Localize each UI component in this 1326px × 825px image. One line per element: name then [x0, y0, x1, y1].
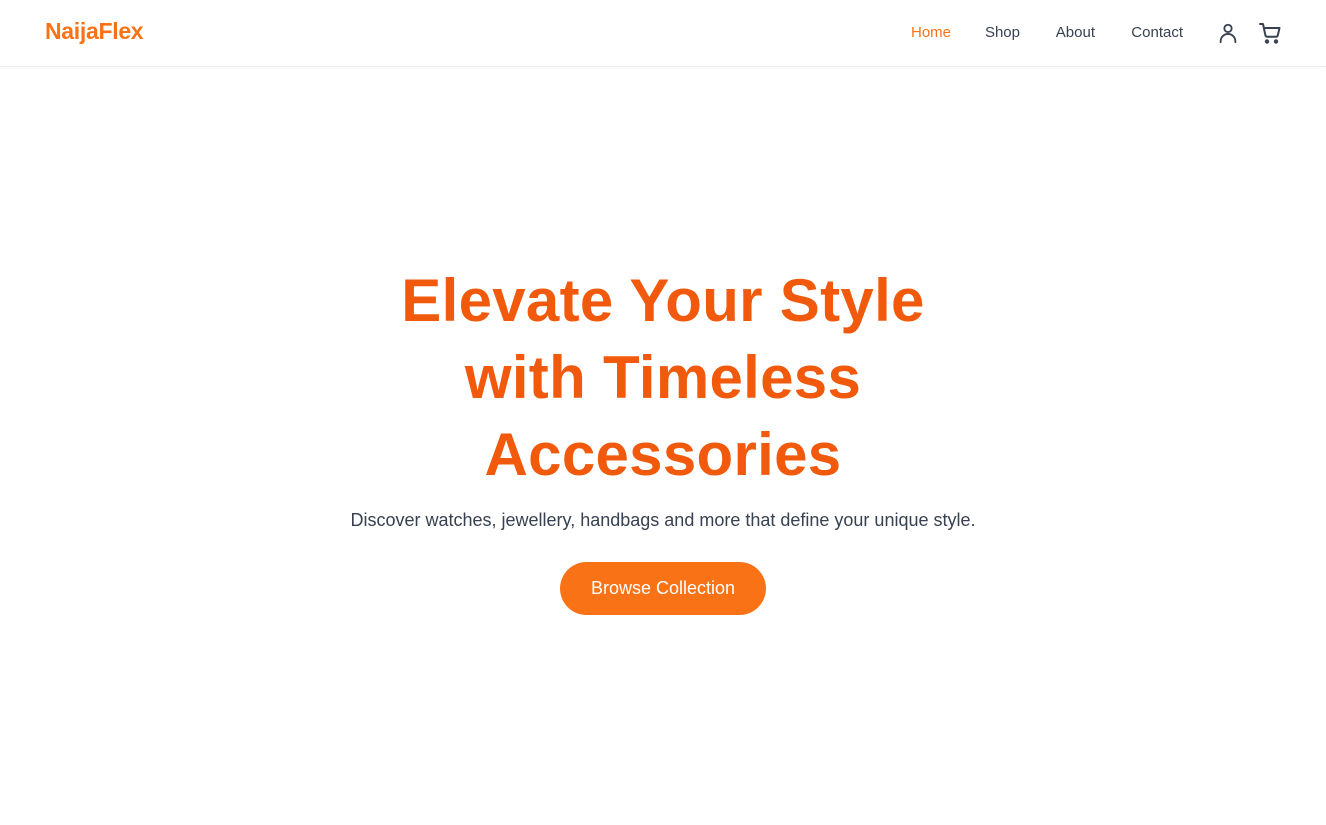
account-button[interactable] [1215, 20, 1241, 46]
browse-collection-button[interactable]: Browse Collection [560, 562, 766, 615]
hero-title-line: Accessories [484, 421, 842, 488]
hero-title: Elevate Your Style with Timeless Accesso… [0, 262, 1326, 493]
cart-icon [1259, 23, 1281, 44]
nav-link-home[interactable]: Home [911, 24, 951, 41]
nav-link-about[interactable]: About [1056, 24, 1095, 41]
cart-button[interactable] [1257, 20, 1283, 46]
hero-title-line: Elevate Your Style [401, 267, 925, 334]
nav-link-shop[interactable]: Shop [985, 24, 1020, 41]
brand-logo[interactable]: NaijaFlex [45, 18, 144, 45]
hero-title-line: with Timeless [464, 344, 862, 411]
nav-link-contact[interactable]: Contact [1131, 24, 1183, 41]
hero-subtitle: Discover watches, jewellery, handbags an… [350, 510, 976, 530]
user-icon [1219, 23, 1237, 44]
site-header: NaijaFlex Home Shop About Contact [0, 0, 1326, 67]
